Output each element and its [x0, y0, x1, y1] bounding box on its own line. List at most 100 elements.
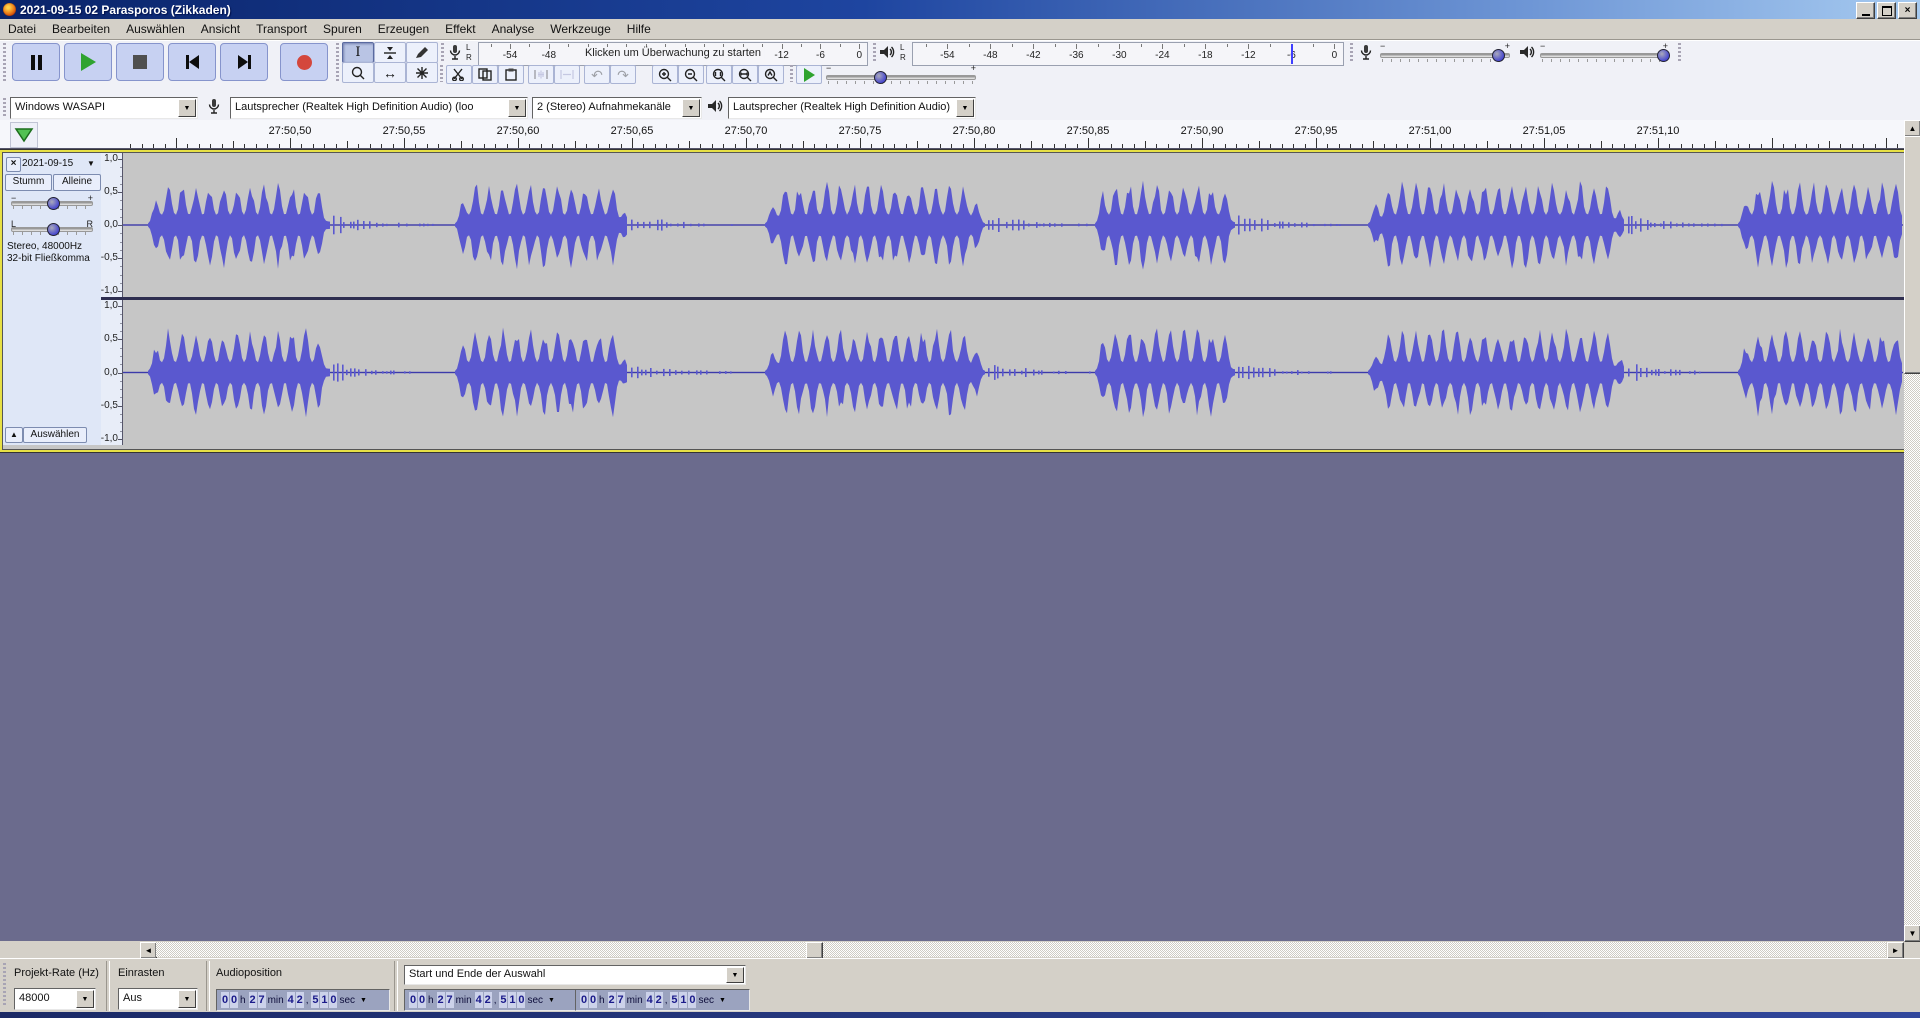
menu-item-spuren[interactable]: Spuren [315, 20, 370, 38]
timeline-ruler[interactable]: 27:50,5027:50,5527:50,6027:50,6527:50,70… [0, 120, 1904, 149]
menu-item-auswhlen[interactable]: Auswählen [118, 20, 193, 38]
recording-channels-select[interactable]: 2 (Stereo) Aufnahmekanäle ▼ [532, 97, 702, 119]
play-speed-slider[interactable]: − + [826, 63, 976, 85]
channel-divider[interactable] [101, 297, 1905, 300]
play-speed-thumb[interactable] [874, 71, 887, 84]
hscroll-thumb[interactable] [806, 942, 823, 959]
scroll-up-button[interactable]: ▲ [1904, 120, 1920, 137]
recording-meter-toolbar[interactable]: L R -54-48-12-60Klicken um Überwachung z… [440, 42, 868, 64]
tools-toolbar-grip[interactable] [336, 43, 339, 81]
trim-outside-selection-button[interactable] [528, 65, 554, 84]
horizontal-scrollbar[interactable]: ◄ ► [0, 941, 1920, 958]
audio-track[interactable]: × 2021-09-15 ▼ Stumm Alleine − + L R Ste… [0, 150, 1908, 452]
draw-tool-button[interactable] [406, 42, 438, 63]
timeshift-tool-button[interactable]: ↔ [374, 62, 406, 83]
scroll-down-button[interactable]: ▼ [1904, 925, 1920, 942]
track-select-button[interactable]: Auswählen [23, 427, 87, 443]
multi-tool-button[interactable] [406, 62, 438, 83]
playback-volume-slider[interactable]: − + [1540, 41, 1668, 63]
audio-host-dropdown-button[interactable]: ▼ [178, 99, 196, 117]
hscroll-track[interactable] [156, 942, 1886, 957]
pause-button[interactable] [12, 43, 60, 81]
snap-dropdown-button[interactable]: ▼ [178, 990, 196, 1008]
recording-channels-dropdown-button[interactable]: ▼ [682, 99, 700, 117]
recording-meter[interactable]: -54-48-12-60Klicken um Überwachung zu st… [478, 42, 868, 66]
zoom-tool-button[interactable] [342, 62, 374, 83]
edit-toolbar-grip[interactable] [440, 65, 443, 82]
time-dropdown-arrow[interactable]: ▼ [548, 997, 555, 1004]
pan-thumb[interactable] [47, 223, 60, 236]
timeline-scale[interactable]: 27:50,5027:50,5527:50,6027:50,6527:50,70… [123, 120, 1904, 148]
playback-meter-toolbar[interactable]: L R -54-48-42-36-30-24-18-12-60 [872, 42, 1346, 64]
menu-item-erzeugen[interactable]: Erzeugen [370, 20, 437, 38]
playback-meter[interactable]: -54-48-42-36-30-24-18-12-60 [912, 42, 1344, 66]
track-menu-arrow-icon[interactable]: ▼ [87, 159, 95, 168]
gain-slider[interactable]: − + [11, 193, 93, 217]
play-at-speed-button[interactable] [796, 65, 822, 84]
solo-button[interactable]: Alleine [53, 174, 101, 191]
time-dropdown-arrow[interactable]: ▼ [719, 997, 726, 1004]
recording-meter-grip[interactable] [441, 43, 444, 63]
undo-button[interactable]: ↶ [584, 65, 610, 84]
stop-button[interactable] [116, 43, 164, 81]
menu-item-analyse[interactable]: Analyse [484, 20, 543, 38]
scroll-left-button[interactable]: ◄ [140, 942, 157, 959]
mute-button[interactable]: Stumm [5, 174, 52, 191]
vscroll-thumb[interactable] [1904, 136, 1920, 374]
menu-item-ansicht[interactable]: Ansicht [193, 20, 248, 38]
recording-volume-slider[interactable]: − + [1380, 41, 1510, 63]
track-name[interactable]: 2021-09-15 [22, 158, 84, 169]
selection-start-time[interactable]: 00h27min42,510sec▼ [404, 989, 578, 1011]
recording-volume-thumb[interactable] [1492, 49, 1505, 62]
playback-meter-grip[interactable] [873, 43, 876, 63]
zoom-to-selection-button[interactable] [706, 65, 732, 84]
menu-item-transport[interactable]: Transport [248, 20, 315, 38]
zoom-out-button[interactable] [678, 65, 704, 84]
vertical-scrollbar[interactable]: ▲ ▼ [1904, 120, 1920, 941]
dock-grip-right[interactable] [1678, 43, 1681, 61]
silence-selection-button[interactable] [554, 65, 580, 84]
pinned-playhead-button[interactable] [10, 122, 38, 148]
copy-button[interactable] [472, 65, 498, 84]
menu-item-effekt[interactable]: Effekt [437, 20, 483, 38]
selection-end-time[interactable]: 00h27min42,510sec▼ [575, 989, 750, 1011]
recording-device-dropdown-button[interactable]: ▼ [508, 99, 526, 117]
close-button[interactable]: × [1898, 2, 1917, 19]
envelope-tool-button[interactable] [374, 42, 406, 63]
cut-button[interactable] [446, 65, 472, 84]
playback-device-dropdown-button[interactable]: ▼ [956, 99, 974, 117]
skip-to-end-button[interactable] [220, 43, 268, 81]
skip-to-start-button[interactable] [168, 43, 216, 81]
audio-host-select[interactable]: Windows WASAPI ▼ [10, 97, 198, 119]
track-close-button[interactable]: × [6, 157, 21, 172]
play-at-speed-grip[interactable] [790, 65, 793, 82]
recording-device-select[interactable]: Lautsprecher (Realtek High Definition Au… [230, 97, 528, 119]
waveform-channel-2[interactable] [123, 300, 1903, 445]
menu-item-werkzeuge[interactable]: Werkzeuge [542, 20, 618, 38]
transport-toolbar-grip[interactable] [3, 43, 6, 81]
track-control-panel[interactable]: × 2021-09-15 ▼ Stumm Alleine − + L R Ste… [3, 153, 102, 445]
track-collapse-button[interactable]: ▲ [5, 427, 23, 443]
selection-tool-button[interactable]: I [342, 42, 374, 63]
pan-slider[interactable]: L R [11, 219, 93, 243]
playback-volume-thumb[interactable] [1657, 49, 1670, 62]
snap-select[interactable]: Aus ▼ [118, 988, 198, 1010]
menu-item-datei[interactable]: Datei [0, 20, 44, 38]
redo-button[interactable]: ↷ [610, 65, 636, 84]
selection-format-dropdown-button[interactable]: ▼ [726, 967, 744, 983]
project-rate-select[interactable]: 48000 ▼ [14, 988, 96, 1010]
minimize-button[interactable] [1856, 2, 1875, 19]
zoom-to-project-button[interactable] [732, 65, 758, 84]
selection-format-select[interactable]: Start und Ende der Auswahl ▼ [404, 965, 746, 985]
zoom-in-button[interactable] [652, 65, 678, 84]
maximize-button[interactable] [1877, 2, 1896, 19]
mixer-toolbar-grip[interactable] [1350, 43, 1353, 61]
zoom-toggle-button[interactable] [758, 65, 784, 84]
project-rate-dropdown-button[interactable]: ▼ [76, 990, 94, 1008]
paste-button[interactable] [498, 65, 524, 84]
scroll-right-button[interactable]: ► [1887, 942, 1904, 959]
playback-device-select[interactable]: Lautsprecher (Realtek High Definition Au… [728, 97, 976, 119]
record-button[interactable] [280, 43, 328, 81]
menu-item-hilfe[interactable]: Hilfe [619, 20, 659, 38]
audio-position-time[interactable]: 00h27min42,510sec▼ [216, 989, 390, 1011]
